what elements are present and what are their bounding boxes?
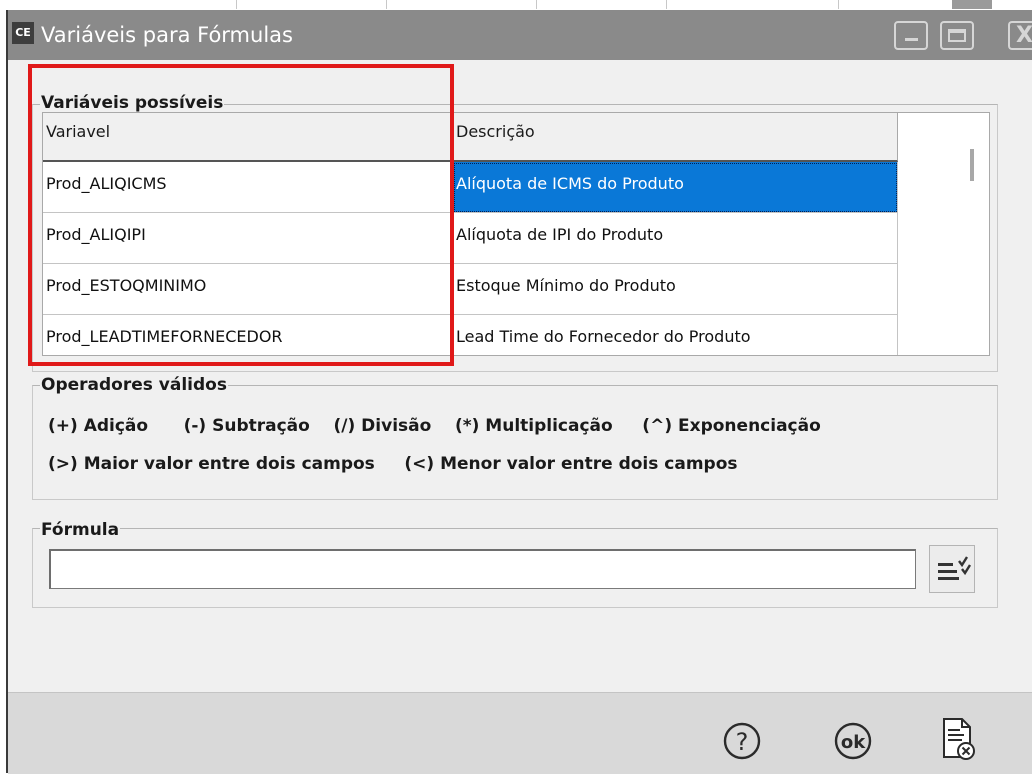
- column-header-variavel[interactable]: Variavel: [43, 113, 453, 162]
- variables-group-label: Variáveis possíveis: [40, 93, 225, 113]
- close-icon: X: [1016, 23, 1032, 48]
- cell-descricao[interactable]: Alíquota de ICMS do Produto: [453, 162, 898, 213]
- svg-text:ok: ok: [841, 732, 866, 753]
- operators-group-label: Operadores válidos: [40, 375, 228, 395]
- variables-grid[interactable]: Variavel Descrição Prod_ALIQICMS Alíquot…: [42, 112, 990, 356]
- column-header-descricao[interactable]: Descrição: [453, 113, 898, 162]
- cancel-button[interactable]: [940, 715, 976, 768]
- formula-input[interactable]: [49, 549, 916, 589]
- cell-variavel[interactable]: Prod_LEADTIMEFORNECEDOR: [43, 315, 453, 355]
- cancel-document-icon: [943, 718, 975, 760]
- close-button[interactable]: X: [1008, 21, 1032, 50]
- title-bar[interactable]: CE Variáveis para Fórmulas X: [8, 10, 1032, 60]
- help-button[interactable]: ?: [722, 721, 762, 766]
- table-row[interactable]: Prod_ALIQIPI Alíquota de IPI do Produto: [43, 213, 898, 264]
- ok-icon: ok: [834, 722, 872, 760]
- formula-group-label: Fórmula: [40, 520, 121, 540]
- dialog-footer: ? ok: [8, 692, 1032, 774]
- formula-variables-dialog: CE Variáveis para Fórmulas X Variáveis p…: [6, 10, 1032, 774]
- vertical-scrollbar[interactable]: [898, 113, 989, 355]
- background-divider: [838, 0, 839, 9]
- cell-variavel[interactable]: Prod_ALIQIPI: [43, 213, 453, 264]
- svg-text:?: ?: [736, 728, 749, 756]
- background-divider: [386, 0, 387, 9]
- operators-line-1: (+) Adição (-) Subtração (/) Divisão (*)…: [48, 416, 821, 436]
- background-divider: [666, 0, 667, 9]
- background-divider: [536, 0, 537, 9]
- app-logo-icon: CE: [12, 22, 34, 44]
- cell-variavel[interactable]: Prod_ALIQICMS: [43, 162, 453, 213]
- table-row[interactable]: Prod_ESTOQMINIMO Estoque Mínimo do Produ…: [43, 264, 898, 315]
- cell-descricao[interactable]: Alíquota de IPI do Produto: [453, 213, 898, 264]
- table-row[interactable]: Prod_ALIQICMS Alíquota de ICMS do Produt…: [43, 162, 898, 213]
- background-edge: [952, 0, 992, 9]
- minimize-icon: [905, 38, 918, 41]
- window-title: Variáveis para Fórmulas: [41, 23, 293, 47]
- list-check-icon: [938, 556, 972, 580]
- minimize-button[interactable]: [894, 21, 928, 50]
- scrollbar-thumb[interactable]: [970, 149, 974, 181]
- formula-editor-button[interactable]: [929, 545, 975, 593]
- maximize-button[interactable]: [940, 21, 974, 50]
- operators-group: [32, 385, 998, 500]
- grid-header: Variavel Descrição: [43, 113, 898, 162]
- operators-line-2: (>) Maior valor entre dois campos (<) Me…: [48, 454, 738, 474]
- cell-variavel[interactable]: Prod_ESTOQMINIMO: [43, 264, 453, 315]
- maximize-icon: [948, 29, 966, 42]
- ok-button[interactable]: ok: [832, 721, 874, 766]
- background-divider: [236, 0, 237, 9]
- help-icon: ?: [723, 722, 761, 760]
- cell-descricao[interactable]: Estoque Mínimo do Produto: [453, 264, 898, 315]
- table-row[interactable]: Prod_LEADTIMEFORNECEDOR Lead Time do For…: [43, 315, 898, 355]
- cell-descricao[interactable]: Lead Time do Fornecedor do Produto: [453, 315, 898, 355]
